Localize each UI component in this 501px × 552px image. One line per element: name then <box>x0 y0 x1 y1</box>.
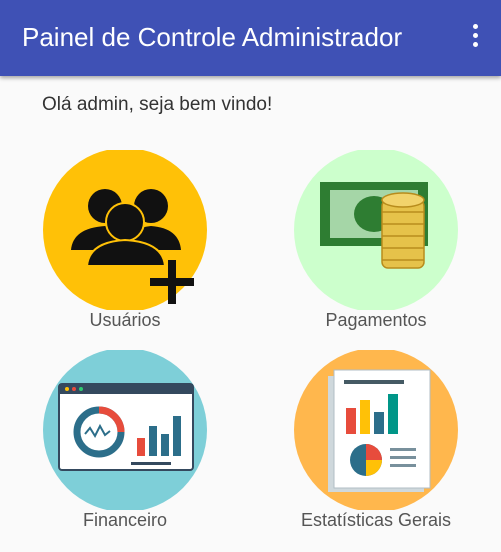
tile-pagamentos[interactable]: Pagamentos <box>276 150 476 340</box>
tile-label-estatisticas: Estatísticas Gerais <box>300 510 452 530</box>
tile-estatisticas[interactable]: Estatísticas Gerais <box>276 350 476 540</box>
statistics-report-icon <box>294 350 458 510</box>
tile-financeiro[interactable]: Financeiro <box>25 350 225 540</box>
finance-dashboard-icon <box>43 350 207 510</box>
tile-label-usuarios: Usuários <box>89 310 161 330</box>
page-title: Painel de Controle Administrador <box>22 22 403 52</box>
more-vert-icon[interactable] <box>467 24 483 52</box>
tile-label-pagamentos: Pagamentos <box>325 310 427 330</box>
welcome-message: Olá admin, seja bem vindo! <box>42 94 273 115</box>
tile-label-financeiro: Financeiro <box>82 510 168 530</box>
money-coins-icon <box>294 150 458 310</box>
app-bar: Painel de Controle Administrador <box>0 0 501 76</box>
tile-usuarios[interactable]: Usuários <box>25 150 225 340</box>
users-add-icon <box>43 150 207 310</box>
